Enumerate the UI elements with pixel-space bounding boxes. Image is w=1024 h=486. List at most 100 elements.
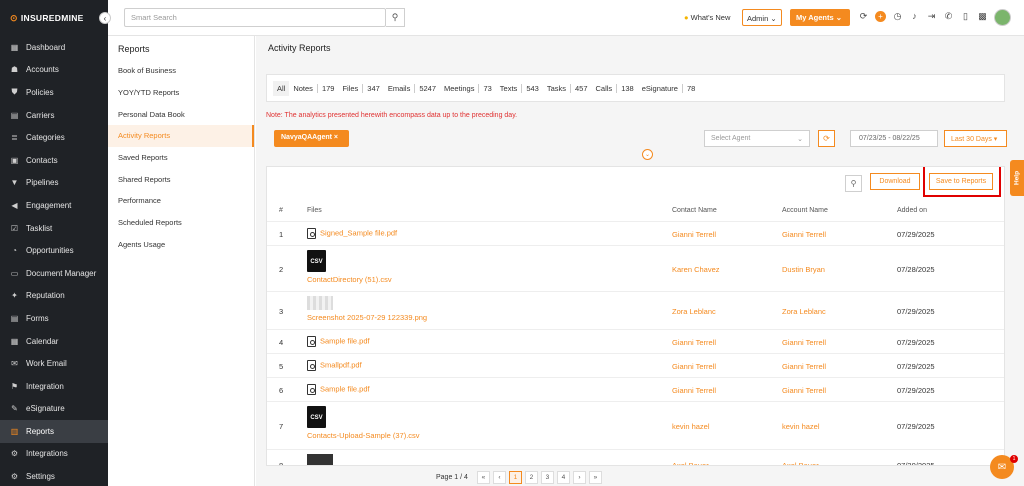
subnav-item-performance[interactable]: Performance — [108, 190, 254, 212]
tab-emails[interactable]: Emails 5247 — [384, 81, 440, 96]
avatar[interactable] — [994, 9, 1011, 26]
collapse-filters-chevron-icon[interactable]: ⌄ — [642, 149, 653, 160]
contact-link[interactable]: Gianni Terrell — [672, 386, 716, 395]
help-tab[interactable]: Help — [1010, 160, 1024, 196]
account-link[interactable]: Gianni Terrell — [782, 338, 826, 347]
sidebar-item-forms[interactable]: ▤ Forms — [0, 307, 108, 330]
subnav-item-saved-reports[interactable]: Saved Reports — [108, 147, 254, 169]
tab-texts[interactable]: Texts 543 — [496, 81, 543, 96]
date-range-input[interactable]: 07/23/25 - 08/22/25 — [850, 130, 938, 147]
sidebar-item-accounts[interactable]: ☗ Accounts — [0, 59, 108, 82]
refresh-button[interactable]: ⟳ — [818, 130, 835, 147]
contact-link[interactable]: Gianni Terrell — [672, 338, 716, 347]
sidebar-item-policies[interactable]: ⛊ Policies — [0, 81, 108, 104]
chip-icon[interactable]: ▩ — [977, 11, 988, 22]
file-cell[interactable]: Screenshot 2025-07-29 122339.png — [307, 296, 427, 322]
file-cell[interactable]: CSV Contacts-Upload-Sample (37).csv — [307, 406, 420, 440]
tab-notes[interactable]: Notes 179 — [289, 81, 338, 96]
file-cell[interactable]: CSV ContactDirectory (51).csv — [307, 250, 392, 284]
file-link[interactable]: Contacts-Upload-Sample (37).csv — [307, 431, 420, 440]
page-button[interactable]: » — [588, 470, 602, 484]
sidebar-item-carriers[interactable]: ▤ Carriers — [0, 104, 108, 127]
account-link[interactable]: kevin hazel — [782, 422, 820, 431]
file-link[interactable]: Sample file.pdf — [320, 384, 370, 393]
subnav-item-agents-usage[interactable]: Agents Usage — [108, 234, 254, 256]
page-button[interactable]: 3 — [540, 470, 554, 484]
file-link[interactable]: Smallpdf.pdf — [320, 360, 362, 369]
logo[interactable]: ⊙ INSUREDMINE — [0, 0, 108, 36]
subnav-item-activity-reports[interactable]: Activity Reports — [108, 125, 254, 147]
subnav-item-shared-reports[interactable]: Shared Reports — [108, 168, 254, 190]
subnav-item-book-of-business[interactable]: Book of Business — [108, 60, 254, 82]
whats-new-link[interactable]: ● What's New — [684, 13, 730, 22]
sidebar-collapse-chevron-icon[interactable]: ‹ — [99, 12, 111, 24]
file-cell[interactable]: Sample file.pdf — [307, 336, 370, 347]
file-link[interactable]: Screenshot 2025-07-29 122339.png — [307, 313, 427, 322]
tab-tasks[interactable]: Tasks 457 — [543, 81, 592, 96]
sidebar-item-pipelines[interactable]: ▼ Pipelines — [0, 172, 108, 195]
contact-link[interactable]: Gianni Terrell — [672, 362, 716, 371]
sidebar-item-integrations[interactable]: ⚙ Integrations — [0, 443, 108, 466]
file-link[interactable]: Sample file.pdf — [320, 336, 370, 345]
sidebar-item-reputation[interactable]: ✦ Reputation — [0, 285, 108, 308]
sidebar-item-tasklist[interactable]: ☑ Tasklist — [0, 217, 108, 240]
admin-select[interactable]: Admin ⌄ — [742, 9, 782, 26]
page-button[interactable]: › — [572, 470, 586, 484]
sidebar-item-dashboard[interactable]: ▦ Dashboard — [0, 36, 108, 59]
tab-all[interactable]: All — [273, 80, 290, 96]
last-30-days-button[interactable]: Last 30 Days ▾ — [944, 130, 1007, 147]
account-link[interactable]: Axel Bauer — [782, 461, 819, 465]
sidebar-item-engagement[interactable]: ◀ Engagement — [0, 194, 108, 217]
phone-icon[interactable]: ✆ — [943, 11, 954, 22]
page-button[interactable]: 1 — [508, 470, 522, 484]
file-cell[interactable] — [307, 454, 333, 465]
sidebar-item-categories[interactable]: ≣ Categories — [0, 126, 108, 149]
search-icon[interactable]: ⚲ — [386, 8, 405, 27]
account-link[interactable]: Gianni Terrell — [782, 230, 826, 239]
sidebar-item-esignature[interactable]: ✎ eSignature — [0, 398, 108, 421]
agent-filter-chip[interactable]: NavyaQAAgent × — [274, 130, 349, 147]
file-cell[interactable]: Sample file.pdf — [307, 384, 370, 395]
page-button[interactable]: 2 — [524, 470, 538, 484]
tab-meetings[interactable]: Meetings 73 — [440, 81, 496, 96]
page-button[interactable]: ‹ — [492, 470, 506, 484]
tab-calls[interactable]: Calls 138 — [592, 81, 638, 96]
mobile-icon[interactable]: ▯ — [960, 11, 971, 22]
subnav-item-scheduled-reports[interactable]: Scheduled Reports — [108, 212, 254, 234]
file-cell[interactable]: Smallpdf.pdf — [307, 360, 362, 371]
page-button[interactable]: « — [476, 470, 490, 484]
sidebar-item-opportunities[interactable]: ◔ Opportunities — [0, 239, 108, 262]
file-link[interactable]: Signed_Sample file.pdf — [320, 228, 397, 237]
tab-files[interactable]: Files 347 — [338, 81, 383, 96]
contact-link[interactable]: Zora Leblanc — [672, 307, 716, 316]
contact-link[interactable]: Axel Bauer — [672, 461, 709, 465]
account-link[interactable]: Zora Leblanc — [782, 307, 826, 316]
contact-link[interactable]: kevin hazel — [672, 422, 710, 431]
file-link[interactable]: ContactDirectory (51).csv — [307, 275, 392, 284]
subnav-item-yoy-ytd-reports[interactable]: YOY/YTD Reports — [108, 82, 254, 104]
contact-link[interactable]: Karen Chavez — [672, 265, 720, 274]
my-agents-button[interactable]: My Agents ⌄ — [790, 9, 850, 26]
account-link[interactable]: Gianni Terrell — [782, 386, 826, 395]
sidebar-item-document-manager[interactable]: ▭ Document Manager — [0, 262, 108, 285]
table-search-icon[interactable]: ⚲ — [845, 175, 862, 192]
bell-icon[interactable]: ♪ — [909, 11, 920, 22]
sidebar-item-settings[interactable]: ⚙ Settings — [0, 465, 108, 486]
sidebar-item-integration[interactable]: ⚑ Integration — [0, 375, 108, 398]
refresh-icon[interactable]: ⟳ — [858, 11, 869, 22]
contact-link[interactable]: Gianni Terrell — [672, 230, 716, 239]
sidebar-item-contacts[interactable]: ▣ Contacts — [0, 149, 108, 172]
subnav-item-personal-data-book[interactable]: Personal Data Book — [108, 103, 254, 125]
logout-icon[interactable]: ⇥ — [926, 11, 937, 22]
account-link[interactable]: Dustin Bryan — [782, 265, 825, 274]
page-button[interactable]: 4 — [556, 470, 570, 484]
download-button[interactable]: Download — [870, 173, 920, 190]
sidebar-item-work-email[interactable]: ✉ Work Email — [0, 352, 108, 375]
clock-icon[interactable]: ◷ — [892, 11, 903, 22]
tab-esignature[interactable]: eSignature 78 — [638, 81, 700, 96]
search-input[interactable]: Smart Search — [124, 8, 386, 27]
sidebar-item-calendar[interactable]: ▦ Calendar — [0, 330, 108, 353]
select-agent-dropdown[interactable]: Select Agent ⌄ — [704, 130, 810, 147]
sidebar-item-reports[interactable]: ▥ Reports — [0, 420, 108, 443]
file-cell[interactable]: Signed_Sample file.pdf — [307, 228, 397, 239]
